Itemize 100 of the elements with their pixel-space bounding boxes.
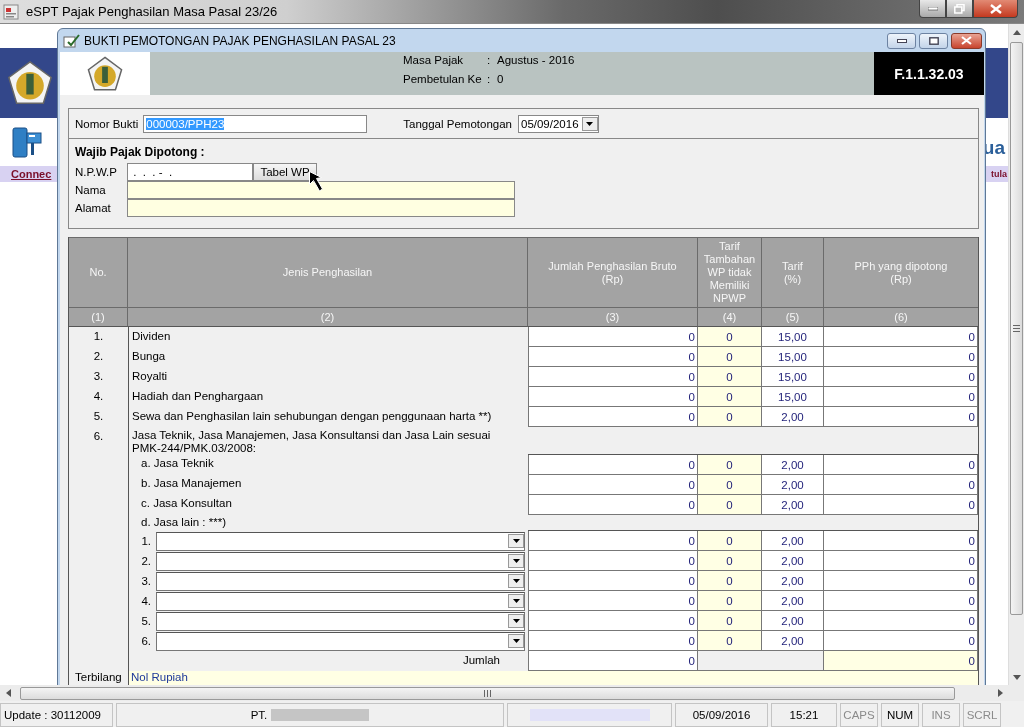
scroll-down-icon[interactable] — [1012, 674, 1021, 680]
rate-cell: 2,00 — [762, 495, 824, 515]
amount-field[interactable]: 0 — [528, 455, 698, 475]
close-button[interactable] — [951, 32, 982, 49]
column-header: PPh yang dipotong (Rp) — [824, 237, 978, 307]
surcharge-cell: 0 — [698, 611, 762, 631]
column-header: Tarif (%) — [762, 237, 824, 307]
field-label: N.P.W.P — [75, 166, 118, 178]
scrollbar-thumb[interactable] — [20, 686, 955, 700]
amount-field[interactable]: 0 — [528, 571, 698, 591]
connect-link[interactable]: Connec — [11, 168, 52, 180]
amount-field[interactable]: 0 — [528, 495, 698, 515]
scroll-up-icon[interactable] — [1012, 29, 1021, 35]
caret-icon — [511, 558, 521, 564]
income-type-dropdown[interactable] — [156, 571, 525, 591]
close-icon — [961, 36, 972, 45]
caret-icon — [511, 618, 521, 624]
maximize-button[interactable] — [919, 32, 948, 49]
income-type-dropdown[interactable] — [156, 551, 525, 571]
app-icon — [3, 4, 19, 20]
amount-field[interactable]: 0 — [528, 347, 698, 367]
separator-text: : — [487, 73, 492, 85]
vertical-scrollbar[interactable] — [1008, 24, 1024, 685]
minimize-icon — [927, 6, 938, 11]
tax-cell: 0 — [824, 611, 978, 631]
grip-icon — [484, 689, 491, 697]
status-panel: 15:21 — [771, 703, 837, 727]
maximize-icon — [928, 36, 939, 45]
row-number: 4. — [140, 595, 151, 607]
row-number: 3. — [92, 369, 105, 384]
rate-cell: 15,00 — [762, 347, 824, 367]
key-indicator: NUM — [881, 703, 919, 727]
surcharge-cell: 0 — [698, 631, 762, 651]
scrollbar-thumb[interactable] — [1010, 42, 1023, 615]
income-type-dropdown[interactable] — [156, 531, 525, 551]
field-label: Alamat — [75, 202, 112, 214]
amount-field[interactable]: 0 — [528, 367, 698, 387]
income-type-dropdown[interactable] — [156, 611, 525, 631]
column-header: Jenis Penghasilan — [128, 237, 528, 307]
column-header: Jumlah Penghasilan Bruto (Rp) — [528, 237, 698, 307]
alamat-field[interactable] — [127, 199, 515, 217]
amount-field[interactable]: 0 — [528, 591, 698, 611]
restore-icon — [954, 3, 965, 14]
amount-field[interactable]: 0 — [528, 631, 698, 651]
tax-cell: 0 — [824, 531, 978, 551]
key-indicator: SCRL — [963, 703, 1001, 727]
minimize-button[interactable] — [887, 32, 916, 49]
column-number: (4) — [698, 307, 762, 327]
surcharge-cell: 0 — [698, 571, 762, 591]
tax-cell: 0 — [824, 327, 978, 347]
row-number: 1. — [92, 329, 105, 344]
tax-cell: 0 — [824, 407, 978, 427]
amount-field[interactable]: 0 — [528, 531, 698, 551]
surcharge-cell: 0 — [698, 455, 762, 475]
amount-field[interactable]: 0 — [528, 327, 698, 347]
surcharge-cell: 0 — [698, 551, 762, 571]
tax-cell: 0 — [824, 495, 978, 515]
section-title: Wajib Pajak Dipotong : — [75, 145, 206, 161]
surcharge-cell: 0 — [698, 531, 762, 551]
tax-cell: 0 — [824, 475, 978, 495]
restore-button[interactable] — [946, 0, 973, 18]
surcharge-cell: 0 — [698, 475, 762, 495]
tabel-wp-button[interactable]: Tabel WP — [253, 163, 317, 181]
menu-link[interactable]: tula — [991, 169, 1007, 179]
nama-field[interactable] — [127, 181, 515, 199]
surcharge-cell: 0 — [698, 387, 762, 407]
surcharge-cell: 0 — [698, 367, 762, 387]
amount-field[interactable]: 0 — [528, 407, 698, 427]
scroll-left-icon[interactable] — [5, 689, 11, 697]
amount-field[interactable]: 0 — [528, 551, 698, 571]
header-label: Pembetulan Ke — [403, 73, 483, 85]
minimize-button[interactable] — [919, 0, 946, 18]
npwp-field[interactable]: . . . - . — [127, 163, 253, 181]
date-field[interactable]: 05/09/2016 — [518, 114, 599, 133]
surcharge-cell: 0 — [698, 347, 762, 367]
grip-icon — [1013, 325, 1020, 332]
horizontal-scrollbar[interactable] — [0, 685, 1024, 701]
tax-cell: 0 — [824, 455, 978, 475]
header-value: Agustus - 2016 — [497, 54, 575, 66]
tax-cell: 0 — [824, 367, 978, 387]
amount-field[interactable]: 0 — [528, 611, 698, 631]
tax-cell: 0 — [824, 387, 978, 407]
rate-cell: 15,00 — [762, 327, 824, 347]
scroll-right-icon[interactable] — [997, 689, 1003, 697]
income-type-dropdown[interactable] — [156, 591, 525, 611]
close-button[interactable] — [973, 0, 1018, 18]
close-icon — [989, 3, 1002, 14]
column-number: (5) — [762, 307, 824, 327]
row-number: 3. — [140, 575, 151, 587]
income-type-dropdown[interactable] — [156, 631, 525, 651]
caret-icon — [511, 638, 521, 644]
amount-field[interactable]: 0 — [528, 387, 698, 407]
surcharge-cell: 0 — [698, 495, 762, 515]
row-number: 2. — [92, 349, 105, 364]
row-number: 5. — [140, 615, 151, 627]
minimize-icon — [896, 38, 907, 43]
row-number: 1. — [140, 535, 151, 547]
key-indicator: INS — [922, 703, 960, 727]
amount-field[interactable]: 0 — [528, 475, 698, 495]
total-tax: 0 — [824, 651, 978, 671]
